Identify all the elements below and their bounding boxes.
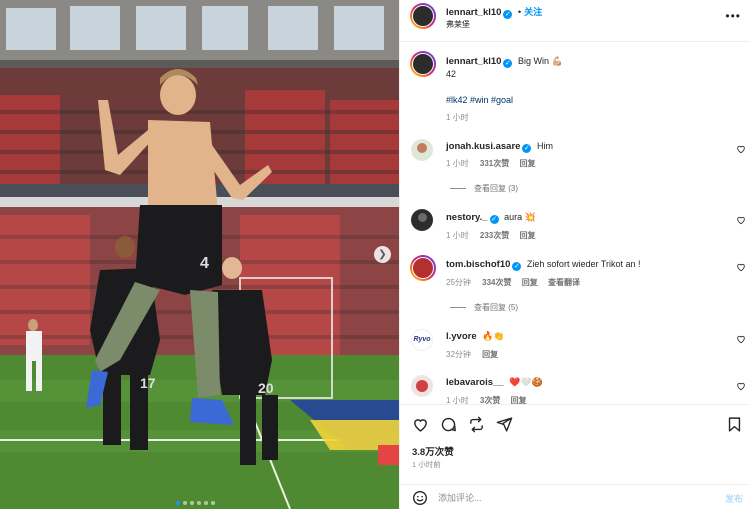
comment-composer: 发布 — [400, 484, 750, 509]
heart-icon[interactable] — [736, 381, 746, 391]
carousel-dot — [176, 501, 180, 505]
reply-button[interactable]: 回复 — [522, 278, 538, 287]
post-side-panel: lennart_kl10 ✓ • 关注 弗莱堡 ••• lennart_kl10 ✓ … — [399, 0, 750, 509]
instagram-post-view: 17 20 4 ❯ lennart_kl10 ✓ • 关注 弗莱堡 ••• le… — [0, 0, 750, 509]
view-replies-label: 查看回复 (5) — [474, 303, 518, 312]
comment-meta: 1 小时 331次赞 回复 — [446, 158, 536, 169]
owner-username[interactable]: lennart_kl10 — [446, 7, 501, 18]
comment-5: lebavarois__ ❤️🤍🍪 — [446, 377, 543, 388]
caption-line: lennart_kl10 ✓ Big Win 💪🏼 — [446, 56, 563, 68]
post-location[interactable]: 弗莱堡 — [446, 19, 470, 30]
commenter-username[interactable]: jonah.kusi.asare — [446, 141, 520, 152]
comment-time: 25分钟 — [446, 278, 471, 287]
repost-icon[interactable] — [468, 416, 485, 433]
comment-likes[interactable]: 334次赞 — [482, 278, 511, 287]
divider-line — [450, 188, 466, 189]
verified-icon: ✓ — [503, 59, 513, 68]
divider-line — [450, 307, 466, 308]
commenter-username[interactable]: nestory._ — [446, 212, 488, 223]
post-header: lennart_kl10 ✓ • 关注 弗莱堡 ••• — [400, 0, 750, 42]
bookmark-icon[interactable] — [726, 416, 743, 433]
comment-meta: 32分钟 回复 — [446, 349, 498, 360]
comment-time: 32分钟 — [446, 350, 471, 359]
commenter-username[interactable]: l.yvore — [446, 331, 477, 342]
comment-text: aura 💥 — [504, 212, 536, 222]
reply-button[interactable]: 回复 — [520, 231, 536, 240]
carousel-dot — [211, 501, 215, 505]
carousel-dot — [197, 501, 201, 505]
caption-time: 1 小时 — [446, 113, 469, 122]
commenter-avatar[interactable] — [411, 139, 433, 161]
comment-1: jonah.kusi.asare ✓ Him — [446, 141, 553, 153]
carousel-dot — [183, 501, 187, 505]
post-photo[interactable]: 17 20 4 ❯ — [0, 0, 399, 509]
follow-button[interactable]: 关注 — [524, 7, 542, 17]
comment-2: nestory._ ✓ aura 💥 — [446, 212, 536, 224]
post-image: 17 20 4 — [0, 0, 399, 509]
commenter-username[interactable]: tom.bischof10 — [446, 259, 510, 270]
comment-text: Zieh sofort wieder Trikot an ! — [526, 259, 641, 269]
carousel-indicator — [176, 501, 215, 505]
verified-icon: ✓ — [489, 215, 499, 224]
more-options-icon[interactable]: ••• — [725, 9, 741, 23]
comment-text: Him — [536, 141, 553, 151]
comment-meta: 1 小时 233次赞 回复 — [446, 230, 536, 241]
commenter-avatar[interactable] — [411, 375, 433, 397]
carousel-dot — [190, 501, 194, 505]
commenter-avatar[interactable]: Ryvo — [411, 329, 433, 351]
svg-text:20: 20 — [258, 380, 274, 396]
view-replies-label: 查看回复 (3) — [474, 184, 518, 193]
heart-icon[interactable] — [736, 262, 746, 272]
comment-text: ❤️🤍🍪 — [509, 377, 543, 387]
caption-line-2: 42 — [446, 69, 457, 79]
verified-icon: ✓ — [512, 262, 522, 271]
commenter-avatar[interactable] — [411, 209, 433, 231]
caption-username[interactable]: lennart_kl10 — [446, 56, 501, 67]
commenter-avatar[interactable] — [410, 255, 436, 281]
carousel-dot — [204, 501, 208, 505]
svg-text:17: 17 — [140, 375, 156, 391]
heart-icon[interactable] — [736, 144, 746, 154]
caption-avatar[interactable] — [410, 51, 436, 77]
translate-button[interactable]: 查看翻译 — [548, 278, 580, 287]
comment-icon[interactable] — [440, 416, 457, 433]
owner-avatar[interactable] — [410, 3, 436, 29]
verified-icon: ✓ — [522, 144, 532, 153]
reply-button[interactable]: 回复 — [520, 159, 536, 168]
comment-likes[interactable]: 233次赞 — [480, 231, 509, 240]
view-replies-button[interactable]: 查看回复 (5) — [450, 302, 518, 313]
comment-meta: 25分钟 334次赞 回复 查看翻译 — [446, 277, 580, 288]
verified-icon: ✓ — [503, 10, 513, 19]
heart-icon[interactable] — [412, 416, 429, 433]
reply-button[interactable]: 回复 — [482, 350, 498, 359]
comment-text: 🔥👏 — [482, 331, 505, 341]
caption-text: Big Win 💪🏼 — [517, 56, 563, 66]
post-time: 1 小时前 — [412, 460, 441, 469]
share-icon[interactable] — [496, 416, 513, 433]
heart-icon[interactable] — [736, 334, 746, 344]
comment-time: 1 小时 — [446, 231, 469, 240]
chevron-right-icon[interactable]: ❯ — [374, 246, 391, 263]
comment-likes[interactable]: 331次赞 — [480, 159, 509, 168]
commenter-username[interactable]: lebavarois__ — [446, 377, 504, 388]
post-comment-button[interactable]: 发布 — [725, 492, 743, 505]
comment-input[interactable] — [438, 490, 678, 506]
heart-icon[interactable] — [736, 215, 746, 225]
caption-hashtags[interactable]: #lk42 #win #goal — [446, 95, 513, 105]
view-replies-button[interactable]: 查看回复 (3) — [450, 183, 518, 194]
emoji-icon[interactable] — [412, 490, 428, 506]
separator: • — [517, 7, 522, 17]
comment-3: tom.bischof10 ✓ Zieh sofort wieder Trikot… — [446, 259, 640, 271]
svg-text:4: 4 — [200, 255, 209, 272]
owner-name-row: lennart_kl10 ✓ • 关注 — [446, 5, 542, 19]
like-count[interactable]: 3.8万次赞 — [412, 444, 454, 458]
comment-time: 1 小时 — [446, 159, 469, 168]
comment-4: l.yvore 🔥👏 — [446, 331, 505, 342]
